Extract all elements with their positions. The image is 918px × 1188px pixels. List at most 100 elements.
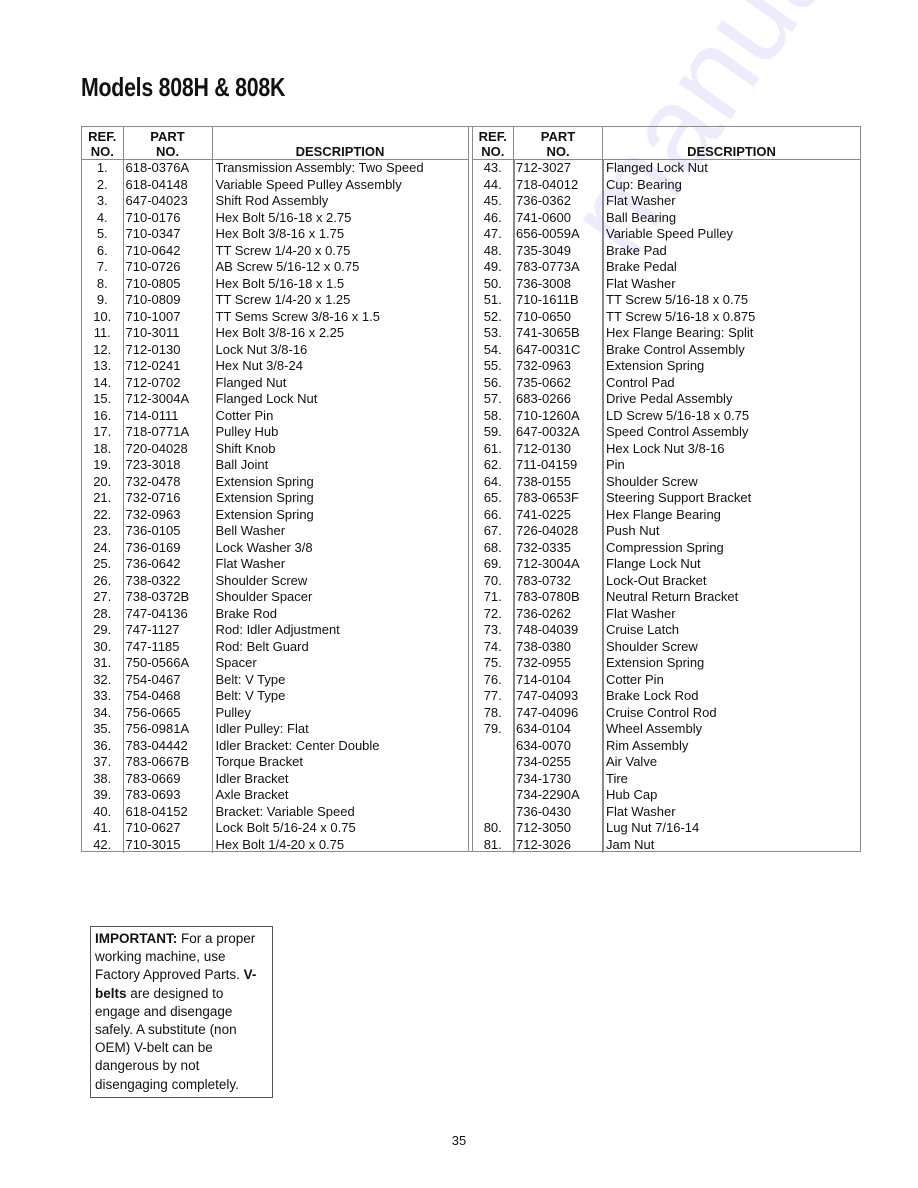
table-row: 55. 732-0963 Extension Spring [473, 358, 860, 375]
description-cell: Hex Bolt 5/16-18 x 1.5 [211, 275, 468, 292]
notice-label: IMPORTANT: [95, 931, 178, 946]
part-no-cell: 710-3011 [122, 325, 212, 342]
description-cell: Flat Washer [211, 556, 468, 573]
description-cell: Spacer [211, 655, 468, 672]
part-no-cell: 783-0653F [513, 490, 603, 507]
part-no-cell: 712-3050 [513, 820, 603, 837]
description-cell: Flange Lock Nut [602, 556, 860, 573]
description-cell: Push Nut [602, 523, 860, 540]
table-row: 14. 712-0702 Flanged Nut [82, 374, 468, 391]
part-no-cell: 738-0155 [513, 473, 603, 490]
description-cell: Cup: Bearing [602, 176, 860, 193]
ref-no-cell: 35. [93, 721, 112, 736]
description-cell: Bracket: Variable Speed [211, 803, 468, 820]
description-cell: Brake Pad [602, 242, 860, 259]
ref-no-cell: 30. [93, 638, 112, 654]
part-no-cell: 738-0372B [122, 589, 212, 606]
ref-no-cell: 71. [483, 589, 502, 604]
table-row: 80. 712-3050 Lug Nut 7/16-14 [473, 820, 860, 837]
ref-no-cell: 43. [483, 160, 502, 175]
ref-no-cell: 8. [96, 275, 108, 291]
part-no-cell: 732-0716 [122, 490, 212, 507]
ref-no-cell: 24. [93, 539, 112, 555]
table-row: 29. 747-1127 Rod: Idler Adjustment [82, 622, 468, 639]
part-no-header: PART NO. [513, 127, 603, 160]
table-row: 15. 712-3004A Flanged Lock Nut [82, 391, 468, 408]
table-row: 69. 712-3004A Flange Lock Nut [473, 556, 860, 573]
table-row: 17. 718-0771A Pulley Hub [82, 424, 468, 441]
ref-no-cell: 48. [483, 242, 502, 258]
ref-no-cell: 46. [483, 209, 502, 225]
description-cell: Shoulder Screw [211, 572, 468, 589]
ref-no-cell: 42. [93, 836, 112, 852]
page-number: 35 [451, 1133, 467, 1148]
table-row: 77. 747-04093 Brake Lock Rod [473, 688, 860, 705]
ref-no-cell: 59. [483, 424, 502, 439]
part-no-cell: 732-0478 [122, 473, 212, 490]
table-row: 73. 748-04039 Cruise Latch [473, 622, 860, 639]
important-notice-box: IMPORTANT: For a proper working machine,… [90, 926, 273, 1098]
description-cell: Brake Pedal [602, 259, 860, 276]
parts-list-table: REF. NO. PART NO. DESCRIPTION 1. 618-0376A T… [81, 126, 861, 853]
ref-no-cell [473, 738, 514, 755]
part-no-cell: 718-04012 [513, 176, 603, 193]
description-cell: AB Screw 5/16-12 x 0.75 [211, 259, 468, 276]
description-cell: Flanged Lock Nut [211, 391, 468, 408]
ref-no-cell: 36. [93, 737, 112, 753]
table-row: 23. 736-0105 Bell Washer [82, 523, 468, 540]
table-row: 41. 710-0627 Lock Bolt 5/16-24 x 0.75 [82, 820, 468, 837]
description-cell: Idler Bracket [211, 770, 468, 787]
table-row: 634-0070 Rim Assembly [473, 737, 860, 755]
description-cell: Flat Washer [602, 803, 860, 820]
description-cell: Transmission Assembly: Two Speed [211, 159, 468, 177]
description-cell: Shoulder Spacer [211, 589, 468, 606]
description-cell: Wheel Assembly [602, 721, 860, 738]
table-row: 42. 710-3015 Hex Bolt 1/4-20 x 0.75 [82, 836, 468, 853]
table-row: 16. 714-0111 Cotter Pin [82, 407, 468, 424]
part-no-cell: 741-0600 [513, 209, 603, 226]
ref-no-cell: 41. [93, 820, 112, 835]
part-no-cell: 747-04093 [513, 688, 603, 705]
parts-table-left: REF. NO. PART NO. DESCRIPTION 1. 618-0376A T… [82, 127, 469, 853]
part-no-cell: 710-0627 [122, 820, 212, 837]
table-row: 36. 783-04442 Idler Bracket: Center Double [82, 737, 468, 754]
column-divider [212, 159, 213, 851]
column-divider [123, 159, 124, 851]
part-no-cell: 738-0380 [513, 638, 603, 655]
table-row: 20. 732-0478 Extension Spring [82, 473, 468, 490]
ref-no-cell: 19. [93, 457, 112, 472]
part-no-cell: 783-0773A [513, 259, 603, 276]
ref-no-cell: 33. [93, 688, 112, 703]
table-row: 31. 750-0566A Spacer [82, 655, 468, 672]
ref-no-cell: 65. [483, 490, 502, 505]
ref-no-cell: 49. [483, 259, 502, 274]
part-no-cell: 750-0566A [122, 655, 212, 672]
description-cell: Extension Spring [211, 506, 468, 523]
ref-no-cell: 54. [483, 341, 502, 357]
description-cell: Tire [602, 770, 860, 787]
description-cell: Pulley [211, 704, 468, 721]
description-cell: Pin [602, 457, 860, 474]
ref-no-cell: 79. [483, 721, 502, 736]
description-cell: Flat Washer [602, 605, 860, 622]
description-cell: Hex Bolt 1/4-20 x 0.75 [211, 836, 468, 853]
description-cell: Lock Bolt 5/16-24 x 0.75 [211, 820, 468, 837]
description-cell: Rod: Idler Adjustment [211, 622, 468, 639]
table-row: 52. 710-0650 TT Screw 5/16-18 x 0.875 [473, 308, 860, 325]
table-row: 13. 712-0241 Hex Nut 3/8-24 [82, 358, 468, 375]
ref-no-cell: 10. [93, 308, 112, 324]
table-row: 734-2290A Hub Cap [473, 787, 860, 804]
part-no-cell: 710-0650 [513, 308, 603, 325]
table-row: 51. 710-1611B TT Screw 5/16-18 x 0.75 [473, 292, 860, 309]
table-header-row: REF. NO. PART NO. DESCRIPTION [82, 127, 468, 160]
ref-no-cell: 67. [483, 523, 502, 538]
part-no-cell: 754-0467 [122, 671, 212, 688]
ref-no-cell: 62. [483, 457, 502, 472]
part-no-cell: 754-0468 [122, 688, 212, 705]
table-row: 68. 732-0335 Compression Spring [473, 539, 860, 556]
ref-no-cell: 15. [93, 391, 112, 406]
table-row: 2. 618-04148 Variable Speed Pulley Assembl… [82, 176, 468, 193]
description-cell: Pulley Hub [211, 424, 468, 441]
table-row: 75. 732-0955 Extension Spring [473, 655, 860, 672]
part-no-cell: 710-0176 [122, 209, 212, 226]
